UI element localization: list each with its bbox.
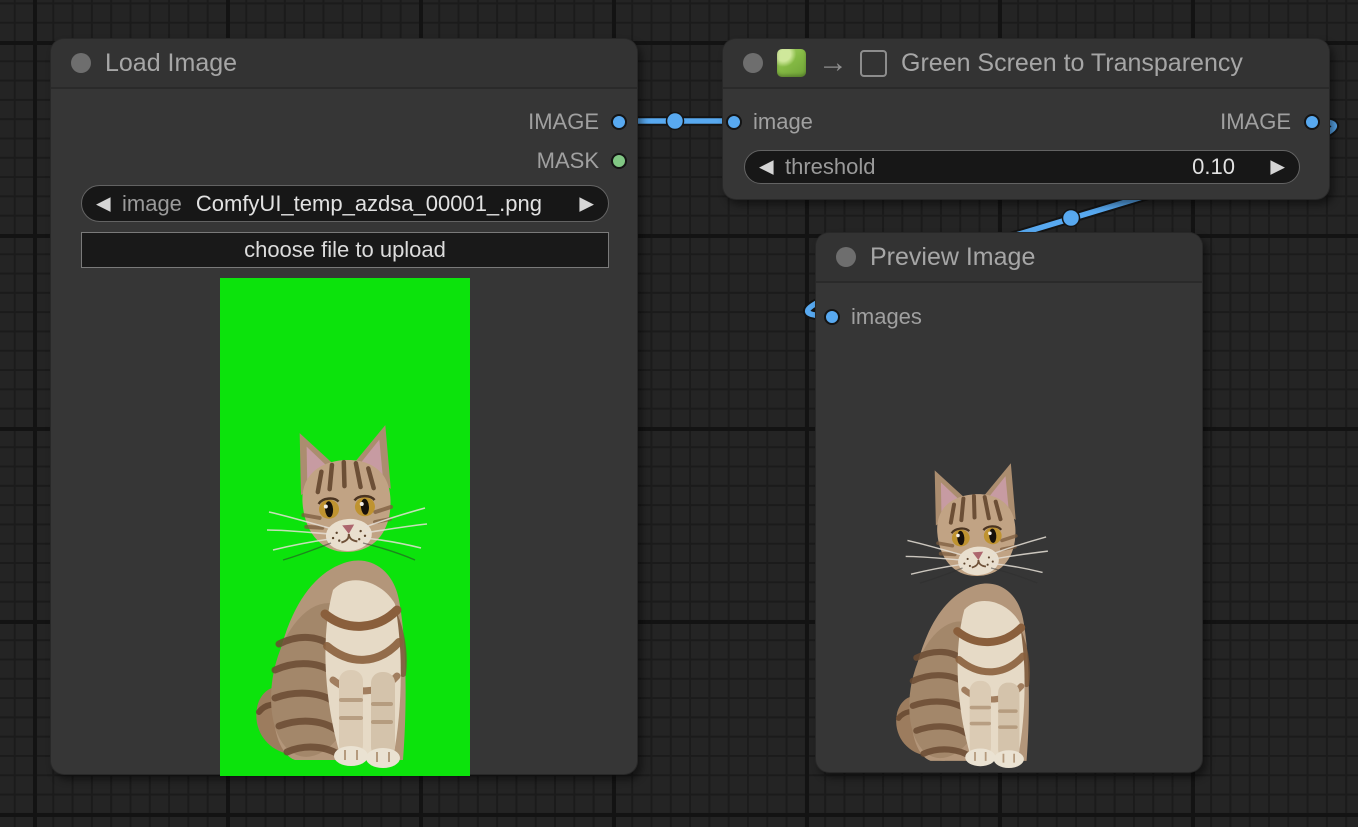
green-square-icon bbox=[777, 49, 806, 77]
node-green-screen-titlebar[interactable]: → Green Screen to Transparency bbox=[723, 39, 1329, 89]
combo-right-arrow-icon[interactable]: ▶ bbox=[579, 192, 594, 215]
node-graph-canvas[interactable]: Load Image IMAGE MASK ◀ image ComfyUI_te… bbox=[0, 0, 1358, 827]
cat-greenscreen-image bbox=[245, 408, 445, 768]
output-dot-mask[interactable] bbox=[611, 153, 627, 169]
threshold-widget[interactable]: ◀ threshold 0.10 ▶ bbox=[744, 150, 1300, 184]
threshold-right-arrow-icon[interactable]: ▶ bbox=[1270, 156, 1285, 179]
collapse-dot-icon[interactable] bbox=[743, 53, 763, 73]
input-label-images: images bbox=[851, 304, 922, 330]
input-dot-images[interactable] bbox=[824, 309, 840, 325]
transparent-square-icon bbox=[860, 50, 887, 77]
input-label-image: image bbox=[753, 109, 813, 135]
collapse-dot-icon[interactable] bbox=[71, 53, 91, 73]
output-label-image: IMAGE bbox=[528, 109, 599, 135]
node-load-image[interactable]: Load Image IMAGE MASK ◀ image ComfyUI_te… bbox=[50, 38, 638, 775]
collapse-dot-icon[interactable] bbox=[836, 247, 856, 267]
node-title: Load Image bbox=[105, 49, 237, 78]
choose-file-button-label: choose file to upload bbox=[244, 237, 446, 263]
input-dot-image[interactable] bbox=[726, 114, 742, 130]
threshold-label: threshold bbox=[785, 154, 876, 180]
output-dot-image[interactable] bbox=[611, 114, 627, 130]
node-load-image-titlebar[interactable]: Load Image bbox=[51, 39, 637, 89]
image-combo-widget[interactable]: ◀ image ComfyUI_temp_azdsa_00001_.png ▶ bbox=[81, 185, 609, 222]
combo-left-arrow-icon[interactable]: ◀ bbox=[96, 192, 111, 215]
combo-label: image bbox=[122, 191, 182, 217]
combo-value: ComfyUI_temp_azdsa_00001_.png bbox=[196, 191, 542, 217]
node-preview-image[interactable]: Preview Image images bbox=[815, 232, 1203, 773]
cat-transparent-image bbox=[886, 448, 1064, 768]
output-label-image: IMAGE bbox=[1220, 109, 1291, 135]
threshold-value: 0.10 bbox=[1192, 154, 1235, 180]
threshold-left-arrow-icon[interactable]: ◀ bbox=[759, 156, 774, 179]
transform-arrow-icon: → bbox=[818, 49, 848, 77]
node-title: Preview Image bbox=[870, 243, 1035, 272]
link-midpoint-dot[interactable] bbox=[1063, 210, 1080, 227]
node-preview-titlebar[interactable]: Preview Image bbox=[816, 233, 1202, 283]
loaded-image-preview bbox=[220, 278, 470, 776]
node-green-screen-to-transparency[interactable]: → Green Screen to Transparency image IMA… bbox=[722, 38, 1330, 200]
output-label-mask: MASK bbox=[537, 148, 599, 174]
choose-file-button[interactable]: choose file to upload bbox=[81, 232, 609, 268]
link-midpoint-dot[interactable] bbox=[667, 113, 684, 130]
node-title: Green Screen to Transparency bbox=[901, 49, 1243, 78]
output-dot-image[interactable] bbox=[1304, 114, 1320, 130]
